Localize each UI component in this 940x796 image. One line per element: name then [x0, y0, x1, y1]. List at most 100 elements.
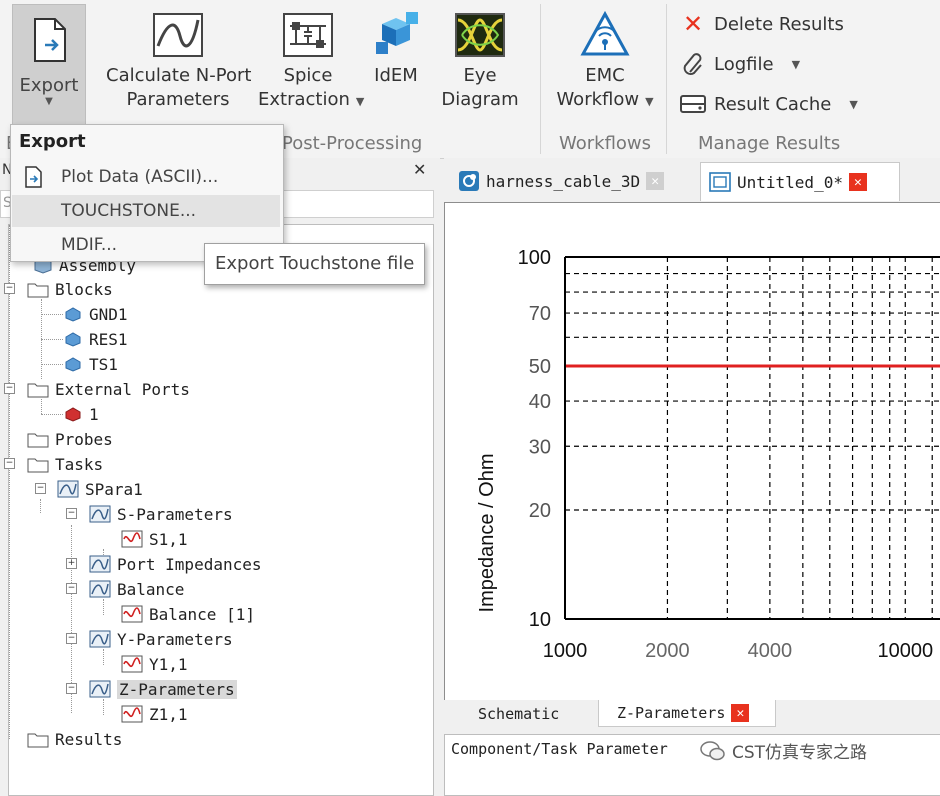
tree-collapse-toggle[interactable]: −	[4, 383, 15, 394]
y-tick-label: 70	[529, 303, 551, 325]
tree-item-port-1[interactable]: 1	[63, 402, 99, 426]
tree-collapse-toggle[interactable]: −	[66, 508, 77, 519]
tree-item-balance[interactable]: Balance	[89, 577, 184, 601]
tab-schematic[interactable]: Schematic	[478, 700, 559, 727]
tree-line	[103, 599, 104, 615]
menu-item-touchstone[interactable]: TOUCHSTONE...	[12, 195, 280, 227]
tree-item-z11[interactable]: Z1,1	[121, 702, 188, 726]
tree-item-results[interactable]: Results	[27, 727, 122, 751]
tree-item-probes[interactable]: Probes	[27, 427, 113, 451]
close-tab-icon[interactable]: ✕	[646, 172, 665, 190]
y-tick-label: 20	[529, 500, 551, 522]
axes	[564, 256, 940, 620]
export-button-label: Export	[19, 75, 79, 96]
emc-workflow-label-2: Workflow	[556, 89, 640, 110]
y-tick-label: 50	[529, 356, 551, 378]
tree-collapse-toggle[interactable]: −	[66, 683, 77, 694]
schematic-icon	[709, 172, 731, 192]
tree-item-z-parameters[interactable]: Z-Parameters	[89, 677, 237, 701]
eye-diagram-button[interactable]: Eye Diagram	[440, 10, 520, 112]
x-tick-label: 10000	[877, 640, 933, 662]
view-tabs: Schematic Z-Parameters ✕	[444, 700, 940, 728]
calculate-nport-label-2: Parameters	[126, 89, 230, 110]
x-tick-label: 4000	[748, 640, 793, 662]
calculate-nport-label-1: Calculate N-Port	[106, 65, 252, 86]
close-tab-icon[interactable]: ✕	[731, 704, 750, 722]
close-tab-icon[interactable]: ✕	[848, 173, 867, 191]
tree-item-external-ports[interactable]: External Ports	[27, 377, 190, 401]
ribbon-separator	[540, 4, 541, 154]
tree-item-tasks[interactable]: Tasks	[27, 452, 103, 476]
group-label-post-processing: Post-Processing	[282, 133, 423, 154]
tree-expand-toggle[interactable]: +	[66, 558, 77, 569]
folder-icon	[27, 283, 49, 298]
tree-item-port-impedances[interactable]: Port Impedances	[89, 552, 262, 576]
export-button[interactable]: Export ▼	[12, 4, 86, 126]
tree-line	[40, 499, 41, 513]
tree-item-y-parameters[interactable]: Y-Parameters	[89, 627, 233, 651]
cst-3d-icon	[459, 171, 479, 191]
task-chart-icon	[89, 505, 111, 523]
spice-extraction-button[interactable]: Spice Extraction ▼	[258, 10, 364, 114]
x-tick-label: 1000	[543, 640, 588, 662]
tree-line	[9, 225, 10, 739]
tree-item-y11[interactable]: Y1,1	[121, 652, 188, 676]
block-icon	[65, 357, 81, 372]
tree-collapse-toggle[interactable]: −	[4, 283, 15, 294]
emc-warning-icon	[580, 10, 630, 56]
spice-extraction-label-1: Spice	[283, 65, 333, 86]
task-chart-icon	[89, 555, 111, 573]
nport-chart-icon	[153, 13, 203, 57]
tree-item-s11[interactable]: S1,1	[121, 527, 188, 551]
close-icon[interactable]: ✕	[413, 160, 426, 179]
emc-workflow-button[interactable]: EMC Workflow ▼	[552, 10, 658, 114]
chevron-down-icon: ▼	[355, 95, 365, 108]
export-document-icon	[34, 18, 66, 62]
tick-labels: 10 20 30 40 50 70 100 1000 2000 4000 10000	[518, 247, 933, 662]
tree-line	[41, 364, 63, 365]
tree-item-balance-1[interactable]: Balance [1]	[121, 602, 255, 626]
eye-diagram-icon	[455, 13, 505, 57]
idem-label: IdEM	[374, 65, 418, 86]
menu-item-plot-data-ascii[interactable]: Plot Data (ASCII)...	[12, 161, 280, 193]
task-chart-icon	[89, 580, 111, 598]
task-chart-icon	[57, 480, 79, 498]
export-touchstone-tooltip: Export Touchstone file	[204, 243, 426, 285]
calculate-nport-button[interactable]: Calculate N-Port Parameters	[106, 10, 252, 112]
y-tick-label: 10	[529, 609, 551, 631]
group-label-workflows: Workflows	[559, 133, 652, 154]
tree-item-s-parameters[interactable]: S-Parameters	[89, 502, 233, 526]
y-tick-label: 40	[529, 391, 551, 413]
idem-button[interactable]: IdEM	[366, 10, 426, 88]
cache-drive-icon	[680, 92, 706, 116]
grid	[565, 257, 940, 619]
export-menu-header: Export	[19, 131, 86, 152]
logfile-button[interactable]: Logfile ▼	[680, 52, 800, 76]
tree-item-spara1[interactable]: SPara1	[57, 477, 143, 501]
result-curve-icon	[121, 530, 143, 548]
eye-diagram-label-1: Eye	[463, 65, 497, 86]
result-cache-button[interactable]: Result Cache ▼	[680, 92, 858, 116]
y-tick-label: 100	[518, 247, 551, 269]
tree-collapse-toggle[interactable]: −	[66, 633, 77, 644]
tree-item-blocks[interactable]: Blocks	[27, 277, 113, 301]
tab-z-parameters[interactable]: Z-Parameters ✕	[598, 700, 776, 727]
block-icon	[65, 332, 81, 347]
port-icon	[65, 407, 81, 422]
y-axis-label: Impedance / Ohm	[476, 454, 498, 613]
tree-collapse-toggle[interactable]: −	[4, 458, 15, 469]
tab-untitled-0[interactable]: Untitled_0* ✕	[700, 162, 900, 201]
group-label-manage-results: Manage Results	[698, 133, 841, 154]
tree-item-ts1[interactable]: TS1	[63, 352, 118, 376]
tree-item-gnd1[interactable]: GND1	[63, 302, 128, 326]
chevron-down-icon: ▼	[645, 95, 654, 108]
tree-collapse-toggle[interactable]: −	[66, 583, 77, 594]
block-icon	[65, 307, 81, 322]
delete-results-button[interactable]: ✕ Delete Results	[680, 10, 844, 38]
logfile-label: Logfile	[714, 53, 774, 75]
parameter-panel-header: Component/Task Parameter	[451, 740, 668, 758]
tree-item-res1[interactable]: RES1	[63, 327, 128, 351]
tab-harness-cable-3d[interactable]: harness_cable_3D ✕	[458, 162, 674, 200]
plot-area[interactable]: 10 20 30 40 50 70 100 1000 2000 4000 10000 Impedan…	[444, 202, 940, 702]
tree-collapse-toggle[interactable]: −	[35, 483, 46, 494]
